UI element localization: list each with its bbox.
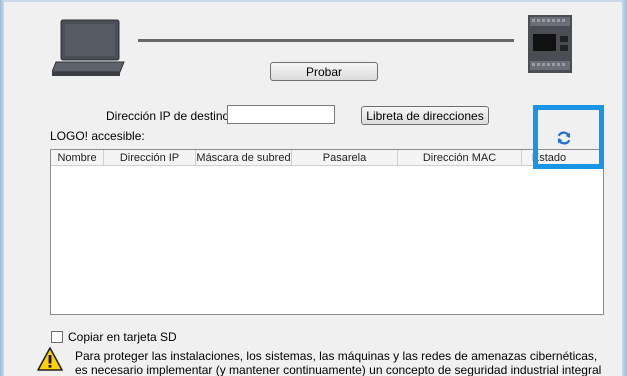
connection-line bbox=[138, 39, 514, 42]
target-ip-input[interactable] bbox=[227, 105, 335, 124]
address-book-button[interactable]: Libreta de direcciones bbox=[361, 106, 489, 125]
accessible-devices-table[interactable]: Nombre Dirección IP Máscara de subred Pa… bbox=[50, 149, 604, 315]
window-frame-right bbox=[622, 0, 627, 376]
refresh-icon[interactable] bbox=[556, 130, 572, 146]
column-header-mac[interactable]: Dirección MAC bbox=[398, 150, 522, 166]
column-header-ip[interactable]: Dirección IP bbox=[104, 150, 196, 166]
warning-icon bbox=[37, 347, 63, 371]
logo-device-icon bbox=[528, 15, 572, 73]
accessible-logo-label: LOGO! accesible: bbox=[50, 129, 145, 143]
window-frame-top bbox=[0, 0, 627, 2]
column-header-subnet[interactable]: Máscara de subred bbox=[196, 150, 292, 166]
copy-sd-checkbox[interactable] bbox=[51, 331, 63, 343]
test-button[interactable]: Probar bbox=[270, 62, 378, 81]
warning-line-1: Para proteger las instalaciones, los sis… bbox=[75, 349, 598, 363]
window-frame-left bbox=[0, 0, 4, 376]
warning-line-2: es necesario implementar (y mantener con… bbox=[75, 363, 602, 376]
table-header: Nombre Dirección IP Máscara de subred Pa… bbox=[51, 150, 603, 166]
column-header-name[interactable]: Nombre bbox=[51, 150, 104, 166]
column-header-gateway[interactable]: Pasarela bbox=[292, 150, 398, 166]
copy-sd-label[interactable]: Copiar en tarjeta SD bbox=[68, 330, 177, 344]
target-ip-label: Dirección IP de destino: bbox=[106, 109, 233, 123]
laptop-icon bbox=[52, 19, 125, 76]
security-warning-text: Para proteger las instalaciones, los sis… bbox=[75, 349, 601, 376]
